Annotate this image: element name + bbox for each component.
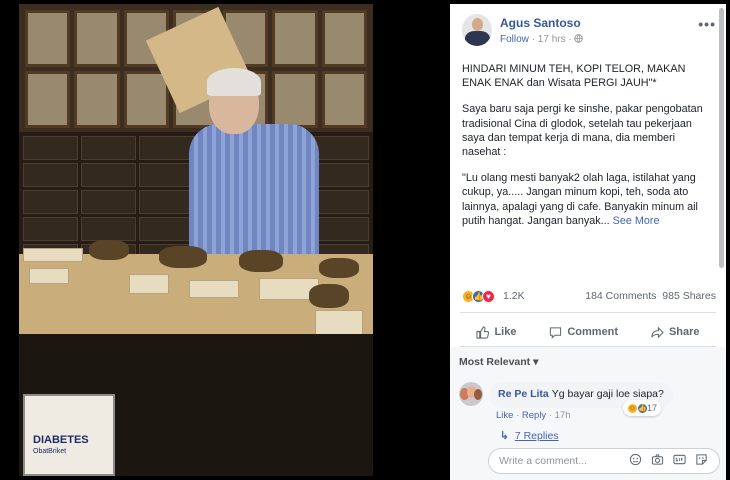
comment-reactions[interactable]: ☺ 👍 17 — [623, 400, 662, 416]
divider — [460, 312, 716, 313]
commenter-name[interactable]: Re Pe Lita — [498, 388, 549, 400]
post-paragraph-3: "Lu olang mesti banyak2 olah laga, istil… — [462, 172, 698, 227]
post-time[interactable]: 17 hrs — [538, 34, 566, 45]
love-icon: ♥ — [482, 290, 495, 303]
composer-icons — [629, 453, 709, 467]
replies-link[interactable]: 7 Replies — [515, 430, 559, 442]
post-header: Agus Santoso Follow · 17 hrs · ••• — [462, 14, 716, 54]
author-meta: Follow · 17 hrs · — [500, 34, 584, 45]
like-button[interactable]: Like — [476, 325, 516, 339]
most-relevant-dropdown[interactable]: Most Relevant ▾ — [459, 356, 538, 368]
herbalist-hair — [207, 68, 261, 96]
commenter-avatar[interactable] — [459, 382, 483, 406]
comment-button[interactable]: Comment — [549, 326, 618, 339]
share-icon — [651, 326, 664, 338]
comment-input[interactable]: Write a comment... — [488, 448, 720, 474]
post-photo[interactable]: DIABETES ObatBriket — [19, 4, 373, 476]
comment-time[interactable]: 17h — [555, 410, 571, 421]
reaction-count[interactable]: 1.2K — [503, 290, 525, 302]
reaction-icons[interactable]: ☺ 👍 ♥ — [462, 290, 495, 303]
comments-count[interactable]: 184 Comments — [585, 290, 656, 302]
more-options-icon[interactable]: ••• — [698, 16, 716, 32]
sticker-icon[interactable] — [695, 453, 709, 467]
comment-reply-link[interactable]: Reply — [522, 410, 546, 421]
comment-like-link[interactable]: Like — [496, 410, 513, 421]
post-body: HINDARI MINUM TEH, KOPI TELOR, MAKAN ENA… — [462, 62, 714, 240]
comment-reaction-count: 17 — [647, 403, 658, 413]
post-paragraph-2: Saya baru saja pergi ke sinshe, pakar pe… — [462, 103, 703, 159]
author-avatar[interactable] — [462, 14, 492, 46]
comment-placeholder: Write a comment... — [499, 455, 587, 467]
comment-text: Yg bayar gaji loe siapa? — [551, 388, 664, 400]
shares-count[interactable]: 985 Shares — [662, 290, 716, 302]
comment-icon — [550, 326, 562, 339]
view-replies[interactable]: ↳ 7 Replies — [500, 430, 559, 442]
comment-share-counts: 184 Comments 985 Shares — [585, 290, 716, 302]
comment-composer: Write a comment... — [456, 446, 720, 476]
share-button[interactable]: Share — [651, 326, 700, 339]
see-more-link[interactable]: See More — [613, 215, 660, 227]
reactions-summary: ☺ 👍 ♥ 1.2K 184 Comments 985 Shares — [462, 288, 716, 306]
poster-subtitle: ObatBriket — [33, 448, 67, 455]
post-scrollbar[interactable] — [719, 8, 724, 268]
post-actions: Like Comment Share — [460, 319, 716, 345]
post-panel: Agus Santoso Follow · 17 hrs · ••• HINDA… — [450, 4, 726, 480]
poster-title: DIABETES — [33, 434, 89, 446]
thumbs-up-icon — [476, 325, 490, 339]
author-name[interactable]: Agus Santoso — [500, 16, 581, 30]
camera-icon[interactable] — [651, 453, 665, 467]
counter-top — [19, 240, 373, 344]
emoji-icon[interactable] — [629, 453, 643, 467]
gif-icon[interactable] — [673, 453, 687, 467]
reply-arrow-icon: ↳ — [500, 430, 509, 442]
globe-icon — [574, 34, 584, 45]
comment-actions: Like · Reply · 17h — [496, 410, 571, 421]
post-paragraph-1: HINDARI MINUM TEH, KOPI TELOR, MAKAN ENA… — [462, 63, 686, 90]
comment-filter[interactable]: Most Relevant ▾ — [450, 347, 726, 377]
follow-link[interactable]: Follow — [500, 34, 529, 45]
diabetes-poster: DIABETES ObatBriket — [23, 394, 115, 476]
